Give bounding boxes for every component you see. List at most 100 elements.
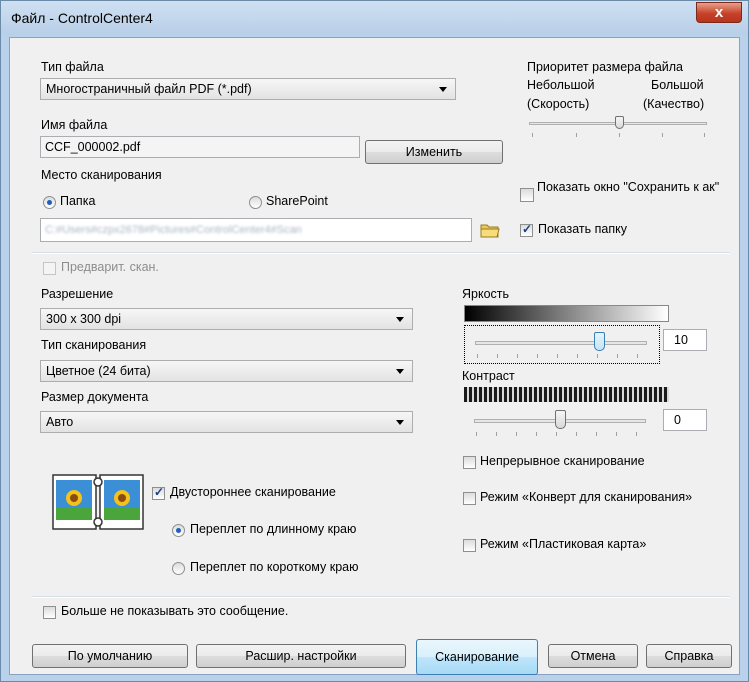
resolution-label: Разрешение [41, 287, 114, 301]
slider-tick [536, 432, 537, 436]
slider-tick [636, 432, 637, 436]
slider-tick [532, 133, 533, 137]
advanced-settings-button[interactable]: Расшир. настройки [196, 644, 406, 668]
sharepoint-radio[interactable] [249, 196, 262, 209]
dont-show-again-checkbox[interactable] [43, 606, 56, 619]
file-size-quality-label: (Качество) [643, 97, 705, 111]
dialog-client: Тип файла Многостраничный файл PDF (*.pd… [9, 37, 740, 675]
scan-button[interactable]: Сканирование [416, 639, 538, 675]
slider-tick [576, 432, 577, 436]
carrier-sheet-label: Режим «Конверт для сканирования» [480, 490, 693, 504]
show-save-as-label: Показать окно "Сохранить к ак" [537, 180, 720, 194]
slider-tick [556, 432, 557, 436]
slider-tick [476, 432, 477, 436]
slider-tick [637, 354, 638, 358]
slider-tick [496, 432, 497, 436]
slider-tick [704, 133, 705, 137]
file-size-small-label: Небольшой [527, 78, 595, 92]
file-size-large-label: Большой [651, 78, 704, 92]
cancel-button[interactable]: Отмена [548, 644, 638, 668]
file-name-value: CCF_000002.pdf [45, 140, 141, 154]
scan-type-label: Тип сканирования [41, 338, 147, 352]
long-edge-label: Переплет по длинному краю [190, 522, 357, 536]
continuous-scan-label: Непрерывное сканирование [480, 454, 645, 468]
carrier-sheet-checkbox[interactable] [463, 492, 476, 505]
document-size-select[interactable]: Авто [40, 411, 413, 433]
brightness-slider-thumb[interactable] [593, 332, 605, 351]
slider-tick [662, 133, 663, 137]
file-name-field[interactable]: CCF_000002.pdf [40, 136, 360, 158]
title-bar: Файл - ControlCenter4 x [1, 1, 748, 35]
scan-path-field[interactable]: C:#Users#czpx2678#Pictures#ControlCenter… [40, 218, 472, 242]
brightness-slider-track [475, 341, 647, 345]
dialog-window: Файл - ControlCenter4 x Тип файла Многос… [0, 0, 749, 682]
file-name-label: Имя файла [41, 118, 108, 132]
brightness-gradient-bar [464, 305, 669, 322]
brightness-value-field[interactable]: 10 [663, 329, 707, 351]
plastic-card-label: Режим «Пластиковая карта» [480, 537, 647, 551]
divider [32, 252, 730, 254]
resolution-value: 300 x 300 dpi [46, 312, 122, 326]
plastic-card-checkbox[interactable] [463, 539, 476, 552]
scan-path-value: C:#Users#czpx2678#Pictures#ControlCenter… [45, 224, 302, 236]
help-button[interactable]: Справка [646, 644, 732, 668]
file-size-slider-thumb[interactable] [615, 116, 624, 129]
contrast-slider-thumb[interactable] [555, 410, 566, 429]
brightness-slider[interactable] [464, 325, 660, 364]
contrast-slider[interactable] [464, 406, 660, 442]
contrast-pattern-bar [464, 387, 669, 402]
slider-tick [477, 354, 478, 358]
slider-tick [557, 354, 558, 358]
short-edge-radio[interactable] [172, 562, 185, 575]
duplex-checkbox[interactable] [152, 485, 165, 500]
window-title: Файл - ControlCenter4 [11, 10, 153, 26]
slider-tick [577, 354, 578, 358]
folder-icon[interactable] [480, 222, 500, 238]
folder-radio-label: Папка [60, 194, 96, 208]
document-size-label: Размер документа [41, 390, 149, 404]
contrast-value-field[interactable]: 0 [663, 409, 707, 431]
prescan-label: Предварит. скан. [61, 260, 159, 274]
chevron-down-icon [396, 369, 404, 374]
show-folder-label: Показать папку [538, 222, 627, 236]
close-button[interactable]: x [696, 2, 742, 23]
chevron-down-icon [439, 87, 447, 92]
scan-type-select[interactable]: Цветное (24 бита) [40, 360, 413, 382]
show-save-as-checkbox[interactable] [520, 188, 534, 202]
slider-tick [616, 432, 617, 436]
contrast-label: Контраст [462, 369, 515, 383]
long-edge-radio[interactable] [172, 524, 185, 537]
slider-tick [597, 354, 598, 358]
divider [32, 596, 730, 598]
prescan-checkbox[interactable] [43, 262, 56, 275]
resolution-select[interactable]: 300 x 300 dpi [40, 308, 413, 330]
show-folder-checkbox[interactable] [520, 222, 533, 237]
short-edge-label: Переплет по короткому краю [190, 560, 359, 574]
file-type-label: Тип файла [41, 60, 104, 74]
change-button[interactable]: Изменить [365, 140, 503, 164]
file-type-select[interactable]: Многостраничный файл PDF (*.pdf) [40, 78, 456, 100]
brightness-value: 10 [674, 333, 688, 347]
duplex-book-icon [52, 474, 144, 530]
file-type-value: Многостраничный файл PDF (*.pdf) [46, 82, 252, 96]
slider-tick [497, 354, 498, 358]
contrast-value: 0 [674, 413, 681, 427]
slider-tick [517, 354, 518, 358]
slider-tick [619, 133, 620, 137]
document-size-value: Авто [46, 415, 74, 429]
slider-tick [516, 432, 517, 436]
file-size-speed-label: (Скорость) [527, 97, 590, 111]
duplex-label: Двустороннее сканирование [170, 485, 336, 499]
slider-tick [617, 354, 618, 358]
default-button[interactable]: По умолчанию [32, 644, 188, 668]
file-size-priority-label: Приоритет размера файла [527, 60, 684, 74]
slider-tick [537, 354, 538, 358]
scan-location-label: Место сканирования [41, 168, 162, 182]
slider-tick [596, 432, 597, 436]
chevron-down-icon [396, 317, 404, 322]
folder-radio[interactable] [43, 196, 56, 209]
dont-show-again-label: Больше не показывать это сообщение. [61, 604, 289, 618]
continuous-scan-checkbox[interactable] [463, 456, 476, 469]
chevron-down-icon [396, 420, 404, 425]
scan-type-value: Цветное (24 бита) [46, 364, 151, 378]
